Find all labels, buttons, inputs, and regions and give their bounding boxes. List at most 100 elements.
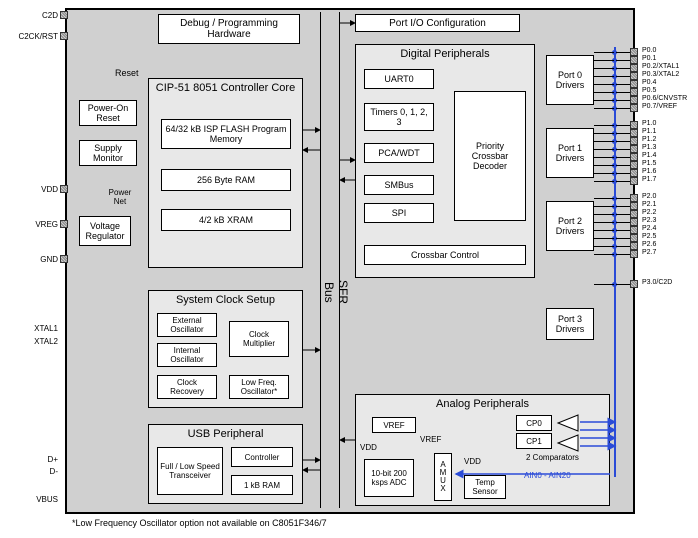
- pin-wire: [594, 181, 630, 182]
- port0-drivers: Port 0 Drivers: [546, 55, 594, 105]
- adc-box: 10-bit 200 ksps ADC: [364, 459, 414, 497]
- pin-label-p1-5: P1.5: [642, 160, 656, 167]
- pin-p0-3-xtal2: [630, 72, 638, 80]
- pin-label-p1-3: P1.3: [642, 144, 656, 151]
- comparator-symbols: [554, 413, 580, 453]
- pin-label-c2ck-rst: C2CK/RST: [0, 32, 58, 41]
- pin-wire: [594, 149, 630, 150]
- pin-p2-6: [630, 242, 638, 250]
- clock-multiplier: Clock Multiplier: [229, 321, 289, 357]
- pin-label-p2-0: P2.0: [642, 193, 656, 200]
- pin-wire: [594, 206, 630, 207]
- smbus: SMBus: [364, 175, 434, 195]
- spi: SPI: [364, 203, 434, 223]
- pin-p1-0: [630, 121, 638, 129]
- cp0-box: CP0: [516, 415, 552, 431]
- pin-label-p2-7: P2.7: [642, 249, 656, 256]
- pin-p2-5: [630, 234, 638, 242]
- pin-p2-0: [630, 194, 638, 202]
- uart0: UART0: [364, 69, 434, 89]
- pin-label-p1-4: P1.4: [642, 152, 656, 159]
- clock-recovery: Clock Recovery: [157, 375, 217, 399]
- clock-title: System Clock Setup: [149, 291, 302, 309]
- pin-p0-4: [630, 80, 638, 88]
- temp-sensor: Temp Sensor: [464, 475, 506, 499]
- pin-p0-6-cnvstr: [630, 96, 638, 104]
- analog-peripherals-group: Analog Peripherals VREF VDD VREF 10-bit …: [355, 394, 610, 506]
- pin-wire: [594, 238, 630, 239]
- comparators-label: 2 Comparators: [526, 453, 579, 462]
- vref-box: VREF: [372, 417, 416, 433]
- pin-p0-1: [630, 56, 638, 64]
- pin-wire: [594, 198, 630, 199]
- pin-gnd: [60, 255, 68, 263]
- footnote: *Low Frequency Oscillator option not ava…: [72, 518, 327, 528]
- power-net-label: Power Net: [105, 188, 135, 206]
- pin-p2-3: [630, 218, 638, 226]
- pin-label-xtal1: XTAL1: [0, 324, 58, 333]
- core-xram: 4/2 kB XRAM: [161, 209, 291, 231]
- pin-label-p0-4: P0.4: [642, 79, 656, 86]
- pin-label-p3-0-c2d: P3.0/C2D: [642, 279, 672, 286]
- pin-label-p2-4: P2.4: [642, 225, 656, 232]
- pin-label-p1-1: P1.1: [642, 128, 656, 135]
- pin-label-p2-1: P2.1: [642, 201, 656, 208]
- pin-p1-5: [630, 161, 638, 169]
- pin-label-p0-7-vref: P0.7/VREF: [642, 103, 677, 110]
- pin-wire: [594, 284, 630, 285]
- pin-p0-0: [630, 48, 638, 56]
- pin-label-gnd: GND: [0, 255, 58, 264]
- amux-box: A M U X: [434, 453, 452, 501]
- port-io-config: Port I/O Configuration: [355, 14, 520, 32]
- usb-ram: 1 kB RAM: [231, 475, 293, 495]
- core-title: CIP-51 8051 Controller Core: [149, 79, 302, 97]
- port3-drivers: Port 3 Drivers: [546, 308, 594, 340]
- int-oscillator: Internal Oscillator: [157, 343, 217, 367]
- pin-p1-7: [630, 177, 638, 185]
- pin-label-p1-0: P1.0: [642, 120, 656, 127]
- pin-p1-4: [630, 153, 638, 161]
- cip51-core-group: CIP-51 8051 Controller Core 64/32 kB ISP…: [148, 78, 303, 268]
- pin-label-p1-6: P1.6: [642, 168, 656, 175]
- pin-label-dminus: D-: [0, 467, 58, 476]
- pin-wire: [594, 214, 630, 215]
- low-freq-osc: Low Freq. Oscillator*: [229, 375, 289, 399]
- usb-controller: Controller: [231, 447, 293, 467]
- pin-wire: [594, 133, 630, 134]
- pin-wire: [594, 230, 630, 231]
- crossbar-control: Crossbar Control: [364, 245, 526, 265]
- pca-wdt: PCA/WDT: [364, 143, 434, 163]
- cp1-box: CP1: [516, 433, 552, 449]
- pin-wire: [594, 157, 630, 158]
- vref-input-label: VREF: [420, 435, 441, 444]
- pin-label-vreg: VREG: [0, 220, 58, 229]
- pin-label-p0-2-xtal1: P0.2/XTAL1: [642, 63, 679, 70]
- core-flash: 64/32 kB ISP FLASH Program Memory: [161, 119, 291, 149]
- pin-p2-7: [630, 250, 638, 258]
- pin-wire: [594, 165, 630, 166]
- pin-wire: [594, 125, 630, 126]
- pin-label-p0-1: P0.1: [642, 55, 656, 62]
- pin-label-vdd: VDD: [0, 185, 58, 194]
- timers: Timers 0, 1, 2, 3: [364, 103, 434, 131]
- digital-peripherals-group: Digital Peripherals UART0 Timers 0, 1, 2…: [355, 44, 535, 278]
- pin-label-p1-7: P1.7: [642, 176, 656, 183]
- pin-p0-2-xtal1: [630, 64, 638, 72]
- pin-vdd: [60, 185, 68, 193]
- pin-p1-6: [630, 169, 638, 177]
- pin-wire: [594, 254, 630, 255]
- pin-wire: [594, 68, 630, 69]
- pin-p1-1: [630, 129, 638, 137]
- debug-programming-hw: Debug / Programming Hardware: [158, 14, 300, 44]
- power-on-reset-box: Power-On Reset: [79, 100, 137, 126]
- pin-label-p2-6: P2.6: [642, 241, 656, 248]
- pin-vreg: [60, 220, 68, 228]
- voltage-regulator-box: Voltage Regulator: [79, 216, 131, 246]
- pin-wire: [594, 52, 630, 53]
- usb-title: USB Peripheral: [149, 425, 302, 443]
- pin-label-p0-6-cnvstr: P0.6/CNVSTR: [642, 95, 687, 102]
- pin-label-p0-3-xtal2: P0.3/XTAL2: [642, 71, 679, 78]
- reset-signal-label: Reset: [115, 68, 139, 78]
- ext-oscillator: External Oscillator: [157, 313, 217, 337]
- pin-wire: [594, 92, 630, 93]
